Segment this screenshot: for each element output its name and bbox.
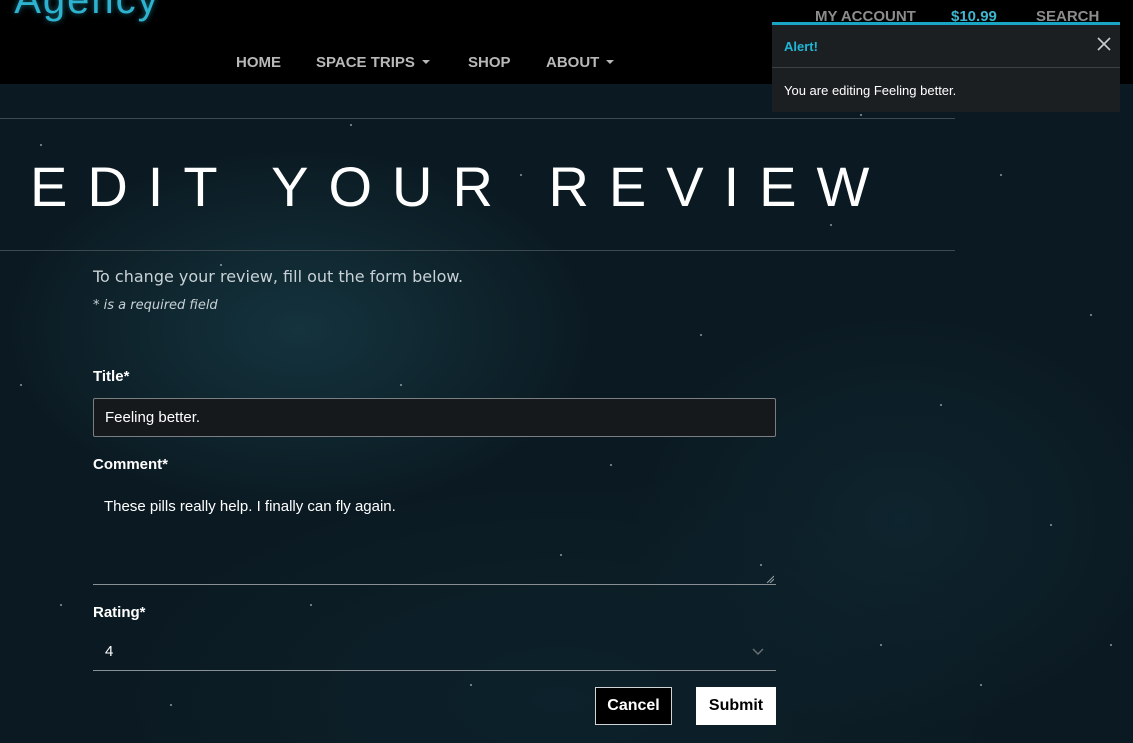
nav-shop[interactable]: SHOP — [468, 54, 511, 71]
nav-about-label: ABOUT — [546, 54, 600, 71]
nav-about[interactable]: ABOUT — [546, 54, 615, 71]
cancel-label: Cancel — [607, 697, 660, 714]
comment-label: Comment* — [93, 456, 169, 473]
nav-shop-label: SHOP — [468, 54, 511, 71]
alert-toast: Alert! You are editing Feeling better. — [772, 25, 1120, 112]
resize-grip-icon[interactable] — [766, 575, 774, 583]
caret-down-icon — [606, 60, 615, 64]
nav-space-trips-label: SPACE TRIPS — [316, 54, 415, 71]
comment-textarea[interactable]: These pills really help. I finally can f… — [93, 488, 776, 585]
cancel-button[interactable]: Cancel — [595, 687, 672, 725]
intro-text: To change your review, fill out the form… — [93, 267, 464, 286]
title-label: Title* — [93, 368, 130, 385]
alert-header: Alert! — [772, 25, 1120, 68]
required-note: * is a required field — [93, 298, 218, 313]
divider-bottom — [0, 250, 955, 251]
rating-select[interactable]: 4 — [93, 632, 776, 671]
title-input[interactable] — [93, 398, 776, 437]
rating-label: Rating* — [93, 604, 146, 621]
divider-top — [0, 118, 955, 119]
caret-down-icon — [421, 60, 430, 64]
close-icon[interactable] — [1096, 36, 1112, 52]
submit-button[interactable]: Submit — [696, 687, 776, 725]
chevron-down-icon — [752, 648, 764, 655]
nav-home-label: HOME — [236, 54, 281, 71]
submit-label: Submit — [708, 697, 764, 714]
page-title: EDIT YOUR REVIEW — [30, 155, 890, 218]
alert-message: You are editing Feeling better. — [784, 83, 957, 98]
nav-home[interactable]: HOME — [236, 54, 281, 71]
rating-value: 4 — [105, 643, 114, 660]
nav-space-trips[interactable]: SPACE TRIPS — [316, 54, 430, 71]
alert-title: Alert! — [784, 39, 818, 54]
